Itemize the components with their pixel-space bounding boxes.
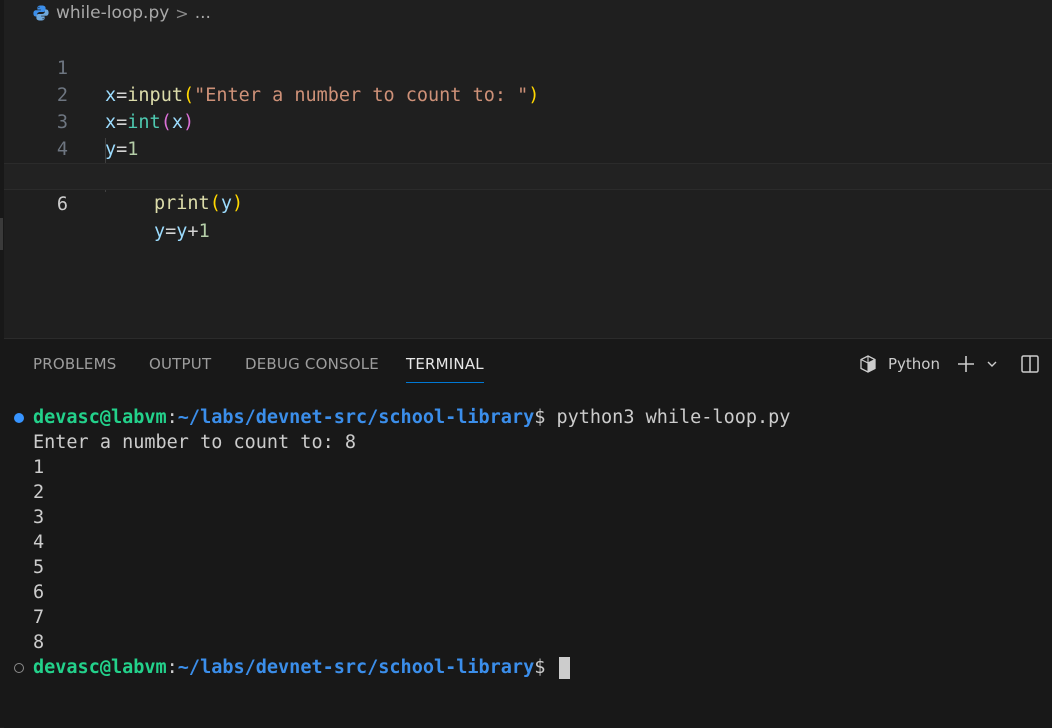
tab-terminal[interactable]: TERMINAL: [406, 355, 484, 383]
terminal-output-line: 4: [33, 532, 45, 553]
panel-actions: Python: [858, 351, 1040, 377]
terminal-profile-icon: [858, 354, 878, 374]
tab-problems[interactable]: PROBLEMS: [33, 355, 116, 373]
plus-icon[interactable]: [956, 354, 976, 374]
terminal-output-line: 1: [33, 457, 45, 478]
terminal-output-line: 2: [33, 482, 45, 503]
chevron-right-icon: >: [175, 3, 189, 23]
terminal-output-line: Enter a number to count to: 8: [33, 432, 357, 453]
terminal-profile-label[interactable]: Python: [888, 355, 940, 373]
bottom-panel: PROBLEMS OUTPUT DEBUG CONSOLE TERMINAL P…: [4, 338, 1052, 728]
code-line-2[interactable]: 2 x=int(x): [4, 55, 1052, 133]
terminal-output-line: 6: [33, 582, 45, 603]
code-line-4[interactable]: 4 while y<=x:: [4, 109, 1052, 187]
line-number: 6: [56, 194, 68, 215]
command-success-dot[interactable]: [14, 413, 24, 423]
terminal-output-line: 3: [33, 507, 45, 528]
code-line-3[interactable]: 3 y=1: [4, 82, 1052, 160]
split-terminal-icon[interactable]: [1020, 354, 1040, 374]
code-text: print(y): [154, 193, 244, 214]
chevron-down-icon[interactable]: [986, 358, 998, 370]
code-editor[interactable]: 1 x=input("Enter a number to count to: "…: [4, 28, 1052, 338]
terminal-prompt-line: devasc@labvm:~/labs/devnet-src/school-li…: [33, 407, 791, 428]
code-line-5[interactable]: 5 print(y): [4, 136, 1052, 214]
terminal-command: python3 while-loop.py: [545, 407, 791, 428]
command-pending-dot[interactable]: [14, 663, 24, 673]
breadcrumb-file[interactable]: while-loop.py: [56, 3, 169, 23]
python-file-icon: [32, 4, 50, 22]
terminal-prompt-line: devasc@labvm:~/labs/devnet-src/school-li…: [33, 655, 570, 680]
breadcrumb-symbols[interactable]: ...: [195, 3, 211, 23]
sash-handle[interactable]: [0, 218, 3, 250]
code-text: y=y+1: [154, 221, 210, 242]
code-line-1[interactable]: 1 x=input("Enter a number to count to: "…: [4, 28, 1052, 106]
terminal-output-line: 5: [33, 557, 45, 578]
terminal-output-line: 7: [33, 607, 45, 628]
tab-output[interactable]: OUTPUT: [149, 355, 211, 373]
breadcrumb: while-loop.py > ...: [32, 0, 211, 26]
terminal-output-line: 8: [33, 632, 45, 653]
code-line-6[interactable]: 6 y=y+1: [4, 163, 1052, 242]
terminal-cursor: [558, 657, 570, 679]
tab-debug-console[interactable]: DEBUG CONSOLE: [245, 355, 379, 373]
panel-tabs: PROBLEMS OUTPUT DEBUG CONSOLE TERMINAL P…: [4, 339, 1052, 389]
